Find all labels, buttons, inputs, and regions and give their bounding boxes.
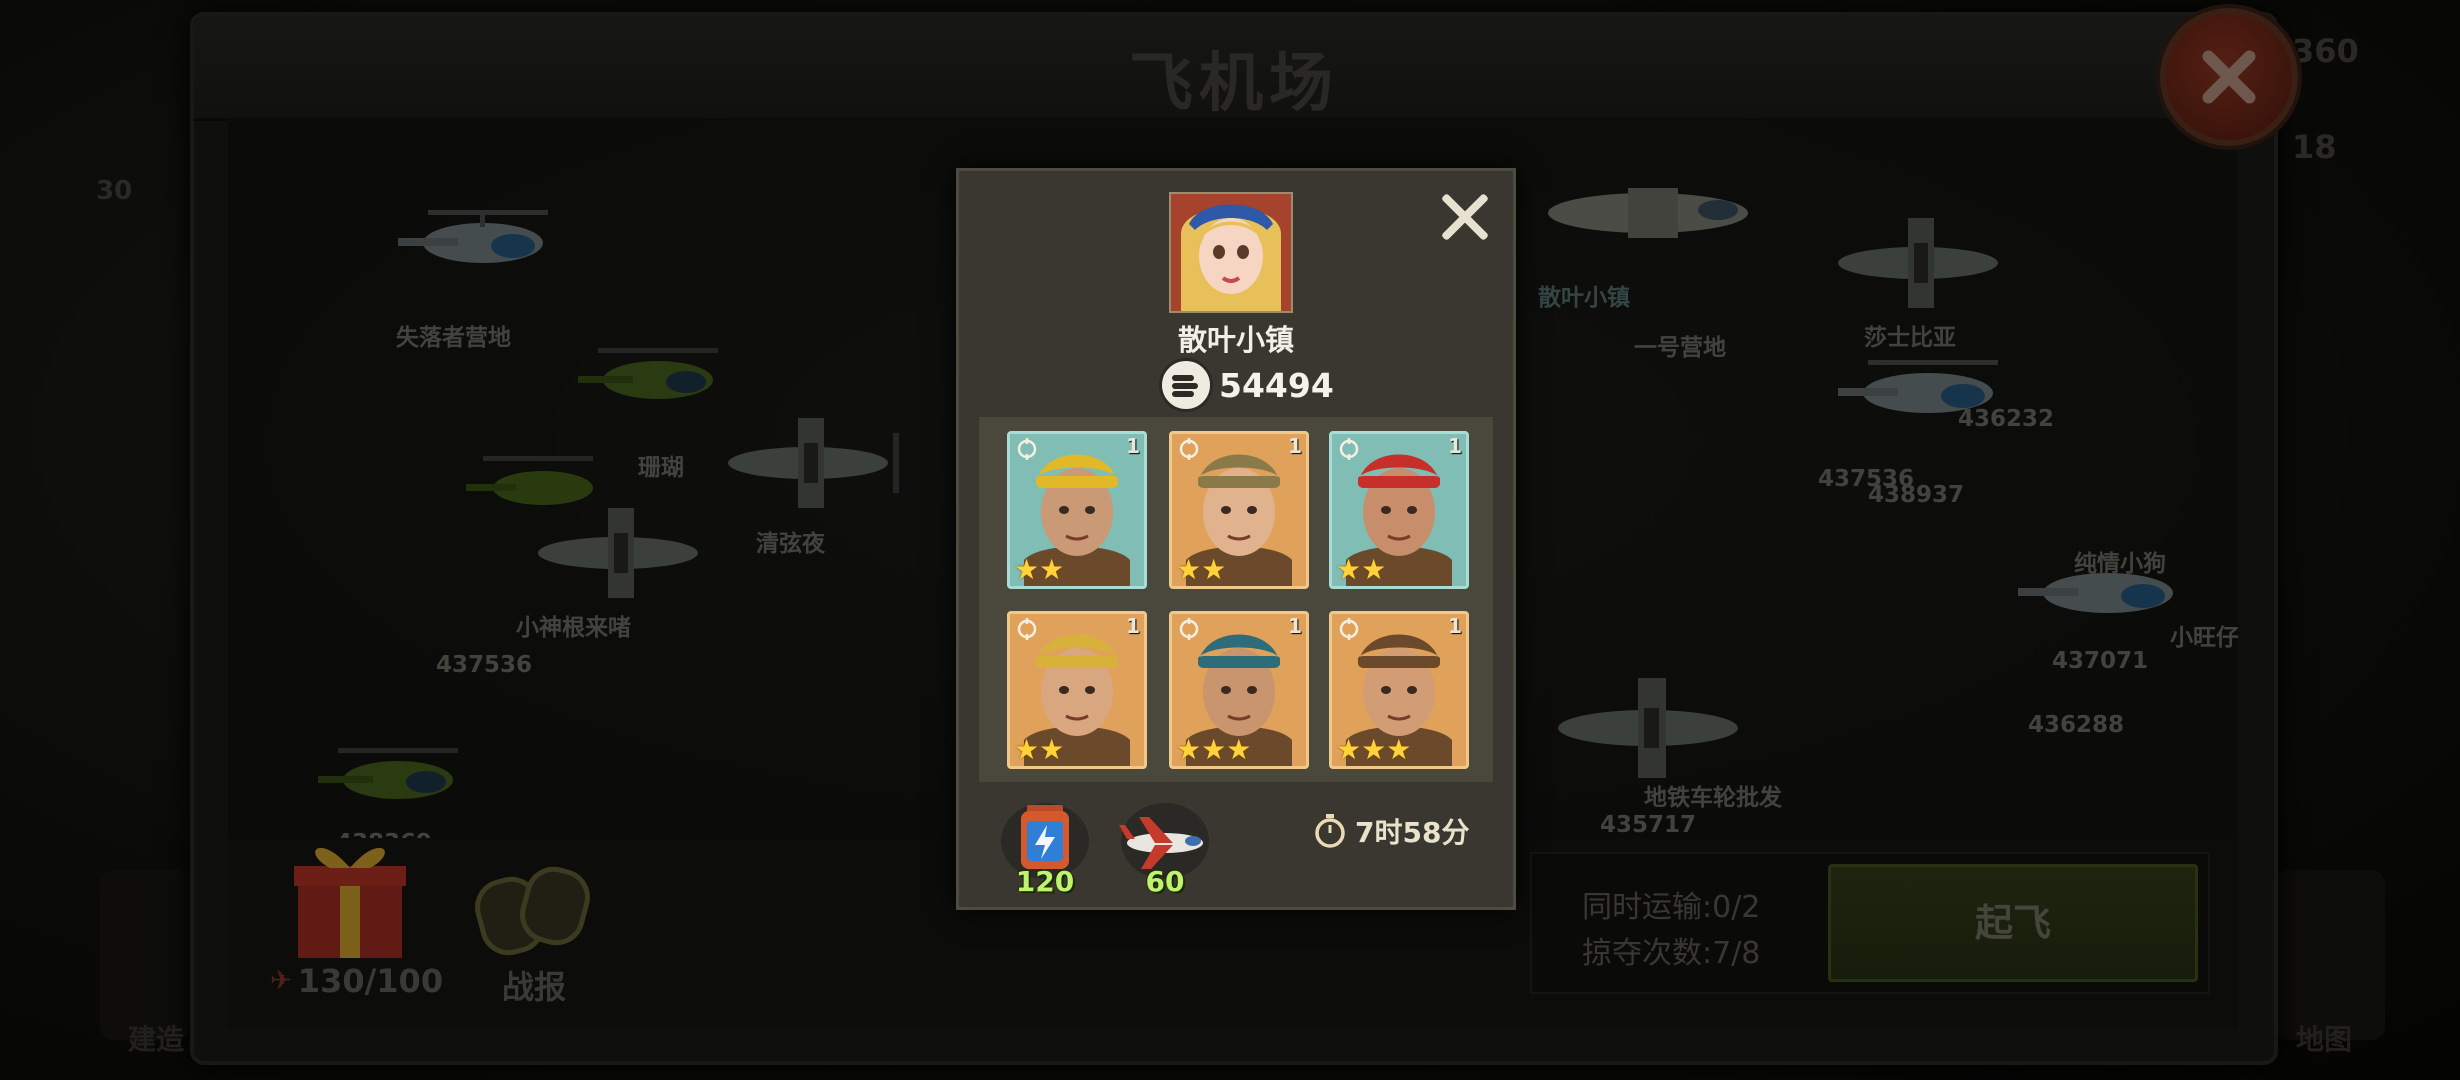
- hero-stars: ★ ★: [1014, 736, 1064, 764]
- star-icon: ★: [1386, 733, 1412, 766]
- hero-grid: 1 ★ ★ 1 ★ ★ 1 ★ ★ 1 ★ ★ 1 ★ ★ ★ 1 ★ ★ ★: [979, 417, 1493, 782]
- star-icon: ★: [1014, 733, 1040, 766]
- hero-card[interactable]: 1 ★ ★ ★: [1329, 611, 1469, 769]
- game-scene: 飞机场 失落者营地 珊瑚 清弦夜 小神根来啫 437536 散叶小镇 一号营地 …: [0, 0, 2460, 1080]
- owner-name: 散叶小镇: [1177, 323, 1294, 357]
- fuel-resource: 120: [995, 799, 1095, 898]
- flag-icon: [1016, 438, 1038, 460]
- star-icon: ★: [1176, 733, 1202, 766]
- plane-value: 60: [1145, 865, 1185, 898]
- star-icon: ★: [1361, 553, 1387, 586]
- stopwatch-icon: [1315, 814, 1345, 848]
- star-icon: ★: [1336, 733, 1362, 766]
- shield-icon: [1178, 438, 1200, 460]
- hero-stars: ★ ★: [1336, 556, 1386, 584]
- fuel-value: 120: [1015, 865, 1075, 898]
- hero-card[interactable]: 1 ★ ★: [1007, 431, 1147, 589]
- owner-avatar[interactable]: [1169, 192, 1293, 313]
- combat-power: 54494: [1159, 358, 1334, 412]
- hero-level: 1: [1448, 434, 1462, 458]
- star-icon: ★: [1226, 733, 1252, 766]
- star-icon: ★: [1361, 733, 1387, 766]
- crosshair-icon: [1178, 618, 1200, 640]
- star-icon: ★: [1201, 733, 1227, 766]
- crosshair-icon: [1016, 618, 1038, 640]
- hero-stars: ★ ★ ★: [1336, 736, 1411, 764]
- hero-card[interactable]: 1 ★ ★: [1007, 611, 1147, 769]
- star-icon: ★: [1336, 553, 1362, 586]
- close-icon[interactable]: [1437, 189, 1493, 245]
- hero-level: 1: [1126, 434, 1140, 458]
- bullets-icon: [1159, 358, 1213, 412]
- hero-level: 1: [1126, 614, 1140, 638]
- hero-card[interactable]: 1 ★ ★ ★: [1169, 611, 1309, 769]
- crosshair-icon: [1338, 438, 1360, 460]
- crosshair-icon: [1338, 618, 1360, 640]
- star-icon: ★: [1201, 553, 1227, 586]
- hero-stars: ★ ★ ★: [1176, 736, 1251, 764]
- hero-stars: ★ ★: [1014, 556, 1064, 584]
- timer-value: 7时58分: [1355, 816, 1470, 849]
- hero-level: 1: [1288, 614, 1302, 638]
- hero-stars: ★ ★: [1176, 556, 1226, 584]
- hero-level: 1: [1288, 434, 1302, 458]
- hero-card[interactable]: 1 ★ ★: [1169, 431, 1309, 589]
- power-value: 54494: [1219, 365, 1334, 405]
- star-icon: ★: [1039, 553, 1065, 586]
- hero-card[interactable]: 1 ★ ★: [1329, 431, 1469, 589]
- plane-resource: 60: [1115, 799, 1215, 898]
- hero-level: 1: [1448, 614, 1462, 638]
- flight-timer: 7时58分: [1313, 811, 1469, 851]
- star-icon: ★: [1176, 553, 1202, 586]
- star-icon: ★: [1039, 733, 1065, 766]
- star-icon: ★: [1014, 553, 1040, 586]
- target-info-modal: 散叶小镇 54494 1 ★ ★ 1 ★ ★ 1 ★ ★ 1 ★ ★ 1 ★ ★ ★ 1 ★ ★ ★: [956, 168, 1516, 910]
